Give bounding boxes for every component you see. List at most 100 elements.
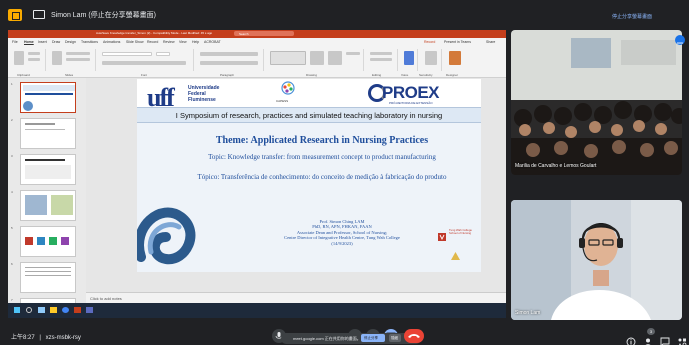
menu-slide-show[interactable]: Slide Show [126, 40, 144, 44]
menu-draw[interactable]: Draw [52, 40, 60, 44]
slide-thumbnail-5[interactable] [20, 226, 76, 257]
arrange-icon[interactable] [310, 51, 324, 65]
sensitivity-icon[interactable] [425, 51, 437, 65]
menu-animations[interactable]: Animations [103, 40, 120, 44]
meeting-details-icon[interactable] [626, 334, 636, 345]
ribbon-label-sensitivity: Sensitivity [419, 73, 433, 77]
ribbon-group-sensitivity [420, 49, 442, 71]
accessibility-icon [451, 247, 460, 260]
people-count-badge: 3 [647, 328, 655, 335]
capess-logo-text: CAPESS [276, 99, 289, 103]
capess-logo-icon [277, 81, 299, 99]
presenting-badge-icon [8, 9, 22, 21]
ribbon-group-clipboard [8, 49, 46, 71]
find-icon[interactable] [370, 52, 392, 55]
layout-icon[interactable] [66, 52, 90, 55]
file-explorer-icon[interactable] [50, 307, 57, 313]
meet-window: Simon Lam (停止在分享螢幕畫面) 停止分享螢幕畫面 AutoSave … [0, 0, 689, 345]
windows-start-icon[interactable] [14, 307, 20, 313]
font-format-icons[interactable] [102, 61, 186, 65]
reset-icon[interactable] [66, 58, 90, 61]
ribbon-label-clipboard: Clipboard [17, 73, 30, 77]
participant-tile-simon-lam[interactable]: Simon Lam [511, 200, 682, 320]
powerpoint-title-bar: AutoSave Knowledge transfer_Simon (2) - … [8, 30, 506, 38]
proex-logo: PROEX [382, 83, 440, 102]
uff-logo-text: Universidade Federal Fluminense [188, 85, 220, 103]
record-button[interactable]: Record [424, 40, 435, 44]
topic-portuguese: Tópico: Transferência de conhecimento: d… [197, 173, 447, 181]
thumb-number: 6 [11, 262, 13, 266]
top-bar: Simon Lam (停止在分享螢幕畫面) 停止分享螢幕畫面 [0, 0, 689, 28]
chrome-icon[interactable] [62, 307, 69, 313]
slide-editor: uff Universidade Federal Fluminense CAPESS… [86, 78, 506, 318]
shape-fill-icon[interactable] [346, 52, 360, 55]
dictate-icon[interactable] [404, 51, 414, 65]
copy-icon[interactable] [28, 58, 40, 61]
ribbon-label-font: Font [141, 73, 148, 77]
ribbon-label-designer: Designer [446, 73, 459, 77]
notes-placeholder: Click to add notes [90, 296, 122, 301]
hide-notification-button[interactable]: 隱藏 [389, 334, 401, 342]
menu-design[interactable]: Design [65, 40, 76, 44]
quick-styles-icon[interactable] [328, 51, 342, 65]
current-slide[interactable]: uff Universidade Federal Fluminense CAPESS… [137, 79, 481, 272]
thumb-number: 1 [11, 82, 13, 86]
theme-heading: Theme: Applicated Research in Nursing Pr… [215, 135, 429, 146]
menu-file[interactable]: File [12, 40, 18, 44]
cut-icon[interactable] [28, 52, 40, 55]
slide-thumbnail-2[interactable] [20, 118, 76, 149]
slide-thumbnail-6[interactable] [20, 262, 76, 293]
thumb-number: 3 [11, 154, 13, 158]
ribbon-label-editing: Editing [372, 73, 382, 77]
menu-view[interactable]: View [179, 40, 187, 44]
chat-icon[interactable] [660, 334, 670, 345]
menu-transitions[interactable]: Transitions [81, 40, 98, 44]
search-icon[interactable] [26, 307, 32, 313]
thumb-number: 7 [11, 298, 13, 302]
align-icons[interactable] [200, 61, 258, 65]
participant-tile-audience[interactable]: Marilia de Carvalho e Lemos Goulart [511, 30, 682, 175]
present-screen-icon [33, 10, 45, 19]
stop-sharing-button[interactable]: 停止分享 [361, 334, 385, 342]
powerpoint-icon[interactable] [74, 307, 81, 313]
menu-insert[interactable]: Insert [38, 40, 47, 44]
powerpoint-document-title: AutoSave Knowledge transfer_Simon (2) - … [96, 31, 213, 35]
college-name: Tung Wah College School of Nursing [449, 228, 472, 236]
new-slide-icon[interactable] [52, 51, 62, 65]
screen-share-notification: meet.google.com 正在共用你的畫面。 停止分享 隱藏 [281, 333, 421, 344]
menu-home[interactable]: Home [24, 40, 34, 44]
slide-thumbnail-1[interactable] [20, 82, 76, 113]
teams-icon[interactable] [86, 307, 93, 313]
task-view-icon[interactable] [38, 307, 45, 313]
stop-presenting-link[interactable]: 停止分享螢幕畫面 [612, 13, 652, 20]
powerpoint-search-box[interactable]: Search [234, 31, 294, 36]
thumb-number: 4 [11, 190, 13, 194]
ribbon-label-voice: Voice [401, 73, 409, 77]
paste-icon[interactable] [14, 51, 24, 65]
ribbon-label-slides: Slides [65, 73, 74, 77]
slide-thumbnail-4[interactable] [20, 190, 76, 221]
people-icon[interactable] [643, 334, 653, 345]
menu-help[interactable]: Help [192, 40, 199, 44]
more-options-icon[interactable] [675, 35, 685, 45]
ribbon-label-drawing: Drawing [306, 73, 318, 77]
list-icons[interactable] [200, 52, 258, 56]
presenter-info: Prof. Simon Ching LAM PhD, RN, APN, FHKA… [247, 219, 437, 246]
participant-name-simon-lam: Simon Lam [515, 310, 541, 316]
menu-acrobat[interactable]: ACROBAT [204, 40, 221, 44]
replace-icon[interactable] [370, 58, 392, 61]
menu-record[interactable]: Record [147, 40, 158, 44]
audience-video [511, 30, 682, 175]
slide-thumbnail-3[interactable] [20, 154, 76, 185]
designer-icon[interactable] [449, 51, 461, 65]
font-size-select[interactable] [156, 52, 170, 56]
activities-icon[interactable] [677, 334, 687, 345]
menu-review[interactable]: Review [163, 40, 174, 44]
ribbon-group-voice [400, 49, 418, 71]
leave-call-button[interactable] [404, 329, 424, 343]
present-in-teams-button[interactable]: Present in Teams [444, 40, 471, 44]
clock-separator: | [39, 335, 41, 341]
shapes-gallery[interactable] [270, 51, 306, 65]
font-name-select[interactable] [102, 52, 152, 56]
share-button[interactable]: Share [486, 40, 495, 44]
